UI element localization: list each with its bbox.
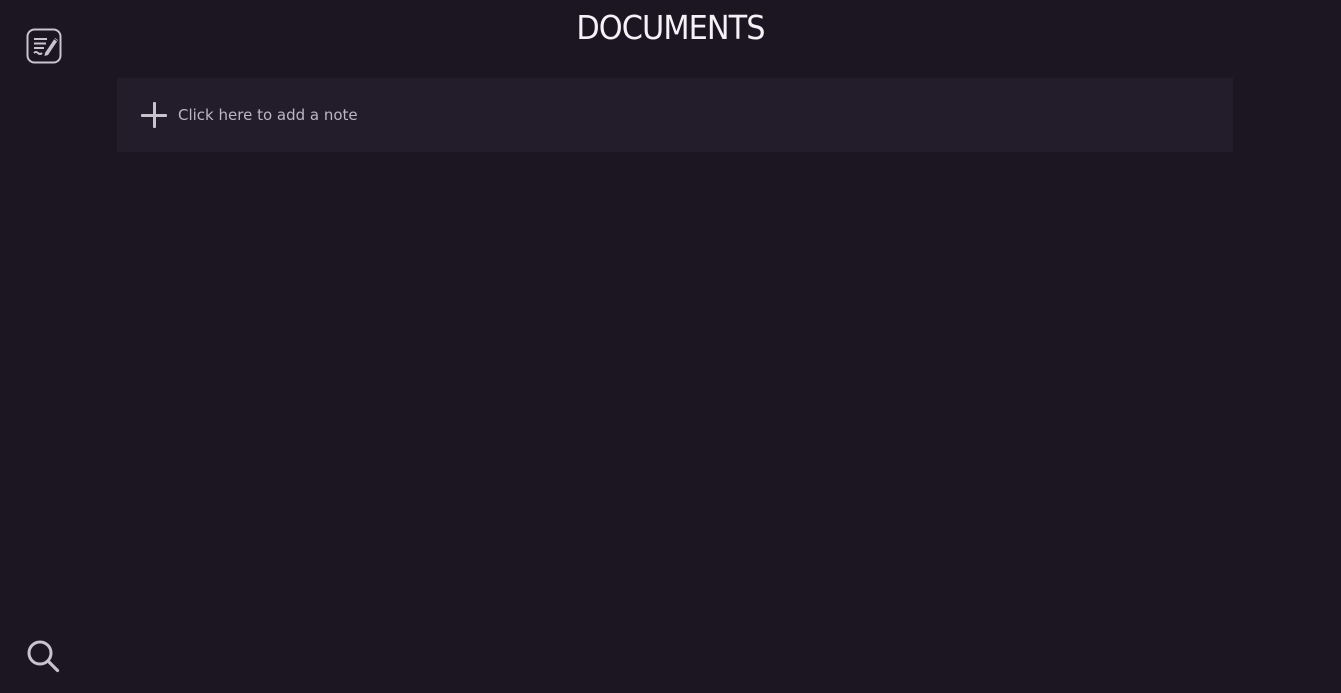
add-note-button[interactable]: Click here to add a note bbox=[117, 78, 1233, 152]
search-icon bbox=[27, 640, 60, 673]
page-title: DOCUMENTS bbox=[576, 8, 765, 47]
plus-icon bbox=[141, 102, 167, 128]
add-note-label: Click here to add a note bbox=[178, 106, 358, 124]
search-button[interactable] bbox=[25, 638, 61, 674]
app-window: DOCUMENTS Click here to add a note bbox=[0, 0, 1341, 693]
